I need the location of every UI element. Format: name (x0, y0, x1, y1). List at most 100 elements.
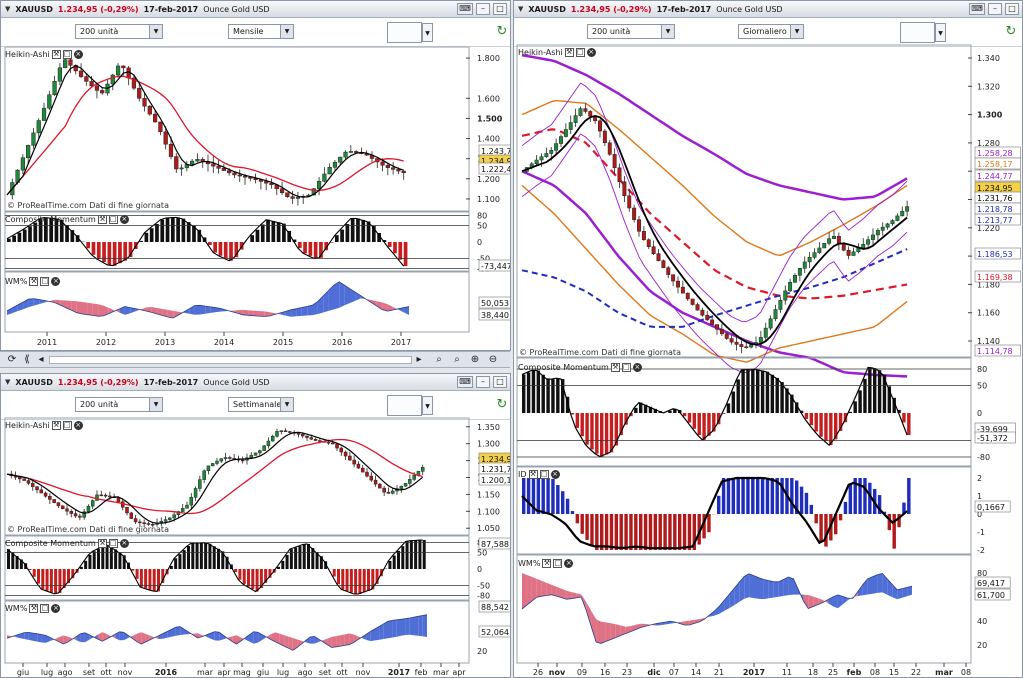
momentum-bar (760, 370, 765, 413)
wm-area (175, 626, 181, 636)
price-candle (744, 346, 749, 349)
x-tick-label: 2011 (37, 338, 57, 347)
price-candle (832, 235, 836, 239)
price-badge: 1.244,77 (977, 172, 1013, 181)
price-candle (26, 145, 31, 158)
id-bar (604, 514, 609, 550)
price-candle (705, 314, 710, 321)
price-candle (778, 299, 783, 310)
id-indicator-label[interactable]: ID ⚒ □ × (518, 468, 560, 480)
id-bar (717, 495, 721, 514)
price-candle (338, 156, 343, 163)
wm-badge-blue: 69,417 (977, 579, 1005, 588)
price-candle (905, 206, 910, 212)
momentum-bar (165, 218, 170, 242)
wm-area (344, 633, 350, 646)
purple-band-lower (521, 170, 908, 378)
wm-area (739, 576, 745, 602)
price-candle (153, 113, 158, 123)
momentum-bar (289, 549, 293, 569)
wm-area (323, 290, 329, 313)
momentum-bar (174, 558, 178, 569)
wm-area (376, 301, 383, 310)
heikin-ashi-label[interactable]: Heikin-Ashi ⚒ □ × (5, 48, 83, 60)
price-badge: 1.218,78 (977, 205, 1013, 214)
weekly-chart-window[interactable]: ▼ XAUUSD 1.234,95 (-0,29%) 17-feb-2017 O… (0, 373, 511, 678)
x-tick-label: nov (549, 668, 566, 677)
wm-area (297, 639, 302, 648)
horizontal-scrollbar[interactable] (49, 356, 412, 364)
price-tick-label: 1.200 (477, 175, 500, 184)
zoom-fit-icon[interactable]: ⌕ (432, 353, 446, 367)
price-candle (89, 81, 94, 87)
scroll-forward-icon[interactable]: ▸ (412, 353, 426, 367)
price-candle (300, 434, 305, 437)
scroll-left-icon[interactable]: ⟪ (20, 353, 34, 367)
momentum-bar (22, 229, 27, 242)
wm-area (763, 579, 769, 600)
x-tick-label: 23 (622, 668, 632, 677)
price-candle (326, 441, 331, 444)
wm-label[interactable]: WM% ⚒ □ × (5, 602, 61, 614)
price-candle (78, 515, 82, 518)
zoom-area-icon[interactable]: ⌕ (450, 353, 464, 367)
wm-area (396, 619, 401, 637)
price-candle (100, 90, 105, 94)
heikin-ashi-label[interactable]: Heikin-Ashi ⚒ □ × (518, 46, 596, 58)
id-bar (619, 514, 623, 550)
price-panel (4, 417, 470, 536)
price-candle (223, 457, 228, 459)
momentum-bar (863, 378, 867, 413)
price-candle (63, 59, 68, 68)
price-candle (330, 442, 335, 445)
composite-momentum-label[interactable]: Composite Momentum ⚒ □ × (518, 361, 642, 373)
window-icon: □ (108, 538, 118, 548)
heikin-ashi-label[interactable]: Heikin-Ashi ⚒ □ × (5, 419, 83, 431)
wm-area (541, 580, 547, 597)
daily-chart-canvas[interactable]: 1.3401.3201.3001.2801.2601.2401.2201.200… (514, 1, 1023, 678)
monthly-chart-window[interactable]: ▼ XAUUSD 1.234,95 (-0,29%) 17-feb-2017 O… (0, 0, 511, 351)
price-candle (710, 319, 715, 325)
price-candle (69, 510, 74, 514)
wm-area (422, 614, 427, 637)
momentum-bar (135, 569, 139, 579)
composite-momentum-label[interactable]: Composite Momentum ⚒ □ × (5, 537, 129, 549)
price-candle (172, 514, 176, 519)
wm-area (200, 305, 206, 315)
wm-area (719, 600, 725, 614)
wm-area (897, 588, 903, 600)
wm-label[interactable]: WM% ⚒ □ × (518, 557, 574, 569)
id-bar (751, 478, 755, 514)
price-candle (279, 430, 284, 432)
x-tick-label: 26 (533, 668, 543, 677)
wm-label[interactable]: WM% ⚒ □ × (5, 275, 61, 287)
wm-area (754, 575, 759, 599)
momentum-bar (367, 569, 370, 591)
window-icon: □ (40, 276, 50, 286)
momentum-bar (409, 540, 413, 569)
momentum-bar (255, 229, 260, 242)
composite-momentum-label[interactable]: Composite Momentum ⚒ □ × (5, 213, 129, 225)
price-candle (365, 471, 369, 477)
moving-average-black (6, 65, 404, 198)
price-candle (232, 172, 237, 176)
momentum-tick-label: -80 (977, 453, 990, 462)
price-candle (305, 435, 309, 438)
close-icon: × (586, 47, 596, 57)
momentum-badge: 87,588 (481, 540, 509, 549)
sync-icon[interactable]: ⟳ (5, 353, 19, 367)
price-candle (793, 275, 797, 283)
momentum-bar (212, 546, 216, 569)
price-candle (36, 120, 41, 134)
wm-area (546, 582, 552, 596)
zoom-out-icon[interactable]: ⊖ (486, 353, 500, 367)
scroll-back-icon[interactable]: ◂ (34, 353, 48, 367)
price-candle (216, 165, 221, 169)
zoom-in-icon[interactable]: ⊕ (468, 353, 482, 367)
momentum-bar (590, 413, 594, 450)
momentum-bar (242, 569, 246, 584)
daily-chart-window[interactable]: ▼ XAUUSD 1.234,95 (-0,29%) 17-feb-2017 O… (513, 0, 1023, 678)
id-bar (546, 478, 550, 514)
momentum-bar (238, 569, 242, 580)
price-badge-ma-black: 1.231,78 (481, 465, 511, 474)
